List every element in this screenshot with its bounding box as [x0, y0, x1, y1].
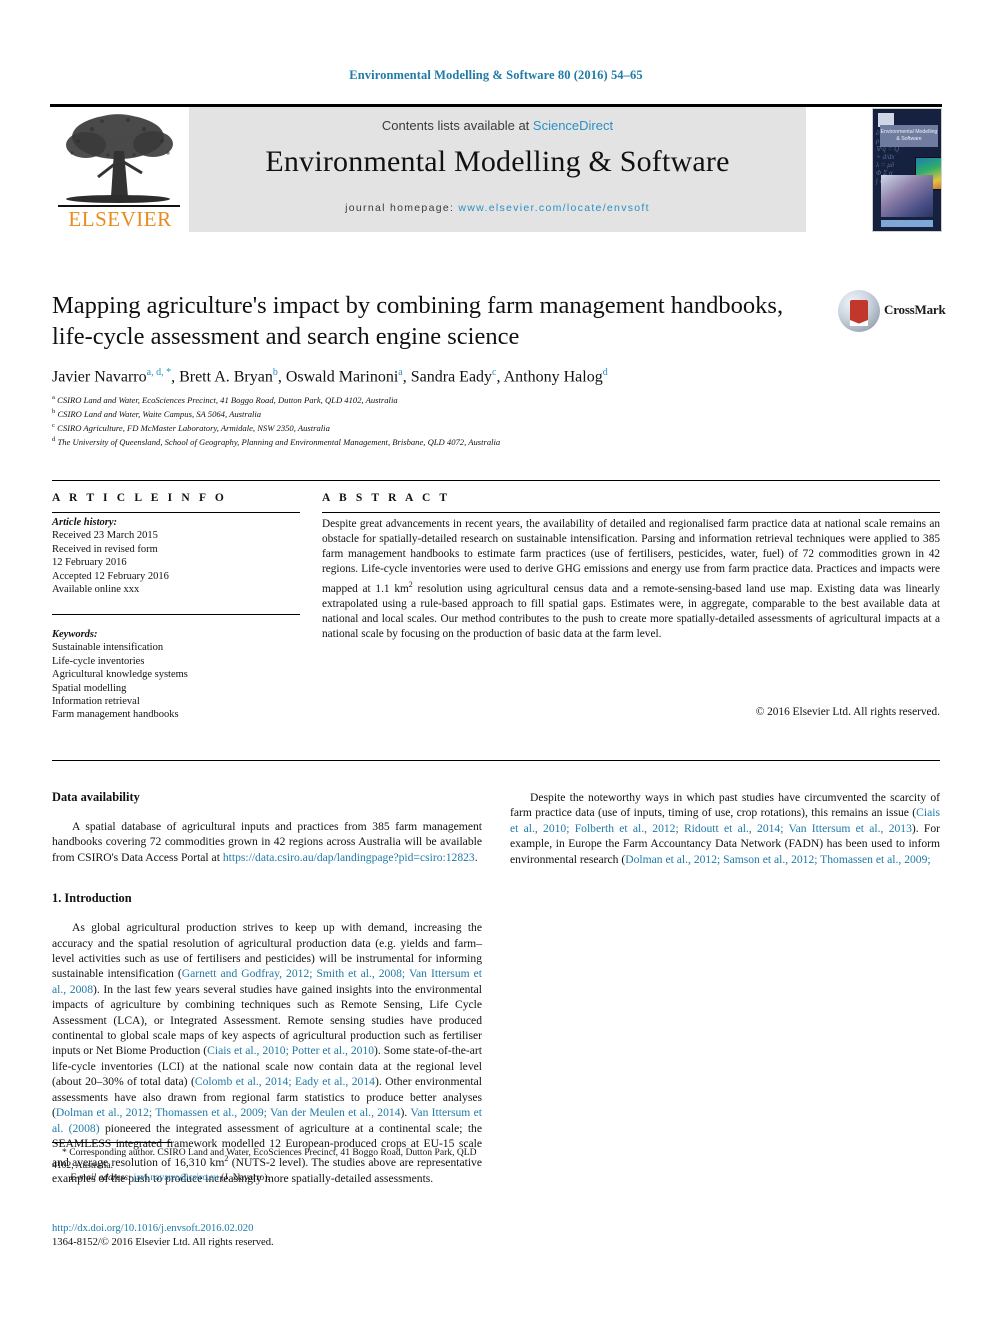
- heading-introduction: 1. Introduction: [52, 891, 132, 906]
- affiliation-1-mark: b: [52, 407, 56, 415]
- body-column-right: Despite the noteworthy ways in which pas…: [510, 790, 940, 867]
- info-section-bottom-rule: [52, 760, 940, 761]
- footnote-email-line: E-mail address: javi.navarro@csiro.au (J…: [52, 1172, 482, 1185]
- intro-text-e: ).: [400, 1106, 411, 1120]
- body-column-left: Data availability A spatial database of …: [52, 790, 482, 1186]
- keyword-3: Spatial modelling: [52, 682, 127, 694]
- crossmark-book-icon: [850, 300, 868, 326]
- footnote-email-label: E-mail address:: [70, 1172, 132, 1184]
- citation-colomb-eady[interactable]: Colomb et al., 2014; Eady et al., 2014: [195, 1075, 375, 1088]
- abstract-copyright: © 2016 Elsevier Ltd. All rights reserved…: [755, 706, 940, 718]
- contents-prefix: Contents lists available at: [381, 118, 533, 133]
- abstract-body: Despite great advancements in recent yea…: [322, 517, 940, 643]
- affiliation-1-text: CSIRO Land and Water, Waite Campus, SA 5…: [57, 408, 262, 419]
- affiliation-2-text: CSIRO Agriculture, FD McMaster Laborator…: [57, 422, 330, 433]
- affiliation-3-mark: d: [52, 435, 56, 443]
- elsevier-logo: ELSEVIER: [50, 107, 189, 232]
- keyword-1: Life-cycle inventories: [52, 655, 145, 667]
- csiro-dap-link[interactable]: https://data.csiro.au/dap/landingpage?pi…: [223, 851, 475, 864]
- journal-title: Environmental Modelling & Software: [265, 145, 730, 178]
- affiliation-1: b CSIRO Land and Water, Waite Campus, SA…: [52, 406, 882, 420]
- cover-footer-band: [881, 219, 933, 227]
- article-history-4: Available online xxx: [52, 584, 140, 596]
- paragraph-data-availability: A spatial database of agricultural input…: [52, 819, 482, 865]
- journal-masthead: ELSEVIER Contents lists available at Sci…: [50, 104, 942, 232]
- affiliation-3: d The University of Queensland, School o…: [52, 434, 882, 448]
- article-info-rule: [52, 512, 300, 513]
- cover-image: ∂u/∂t=∇²uρ·∂T −σ∇·q = Q+ d/dxλ = μ∂Φ Σ α…: [872, 107, 942, 232]
- article-history-label: Article history:: [52, 517, 118, 528]
- elsevier-tree-icon: [66, 114, 173, 203]
- author-1-name: Brett A. Bryan: [179, 368, 273, 386]
- keywords-rule: [52, 614, 300, 615]
- paper-page: Environmental Modelling & Software 80 (2…: [0, 0, 992, 1323]
- affiliation-2: c CSIRO Agriculture, FD McMaster Laborat…: [52, 420, 882, 434]
- author-4-name: Anthony Halog: [503, 368, 603, 386]
- cover-title-text: Environmental Modelling & Software: [880, 128, 938, 142]
- author-4-marks: d: [602, 367, 608, 378]
- keyword-0: Sustainable intensification: [52, 642, 164, 654]
- article-history: Article history: Received 23 March 2015 …: [52, 516, 300, 596]
- elsevier-wordmark: ELSEVIER: [68, 207, 172, 231]
- abstract-rule: [322, 512, 940, 513]
- journal-cover-thumbnail: ∂u/∂t=∇²uρ·∂T −σ∇·q = Q+ d/dxλ = μ∂Φ Σ α…: [872, 107, 942, 232]
- affiliation-list: a CSIRO Land and Water, EcoSciences Prec…: [52, 392, 882, 448]
- page-title: Mapping agriculture's impact by combinin…: [52, 292, 784, 350]
- intro2-text-a: Despite the noteworthy ways in which pas…: [510, 791, 940, 820]
- paragraph-intro-2: Despite the noteworthy ways in which pas…: [510, 790, 940, 867]
- citation-dolman-thomassen-vandermeulen[interactable]: Dolman et al., 2012; Thomassen et al., 2…: [56, 1106, 401, 1119]
- article-history-0: Received 23 March 2015: [52, 530, 158, 542]
- sciencedirect-link[interactable]: ScienceDirect: [533, 118, 613, 133]
- author-0-name: Javier Navarro: [52, 368, 147, 386]
- footnote-block: * Corresponding author. CSIRO Land and W…: [52, 1142, 482, 1185]
- footnote-corresponding-author: * Corresponding author. CSIRO Land and W…: [52, 1147, 477, 1171]
- doi-link[interactable]: http://dx.doi.org/10.1016/j.envsoft.2016…: [52, 1222, 482, 1236]
- author-3-marks: c: [492, 367, 497, 378]
- heading-data-availability: Data availability: [52, 790, 140, 804]
- crossmark-label: CrossMark: [884, 302, 946, 317]
- affiliation-3-text: The University of Queensland, School of …: [57, 436, 501, 447]
- author-list: Javier Navarroa, d, *, Brett A. Bryanb, …: [52, 367, 608, 386]
- crossmark-ring-icon: [838, 290, 880, 332]
- keyword-4: Information retrieval: [52, 696, 140, 708]
- crossmark-badge[interactable]: CrossMark: [838, 288, 946, 336]
- author-2-name: Oswald Marinoni: [285, 368, 399, 386]
- author-2-marks: a: [398, 367, 403, 378]
- homepage-prefix: journal homepage:: [345, 202, 459, 214]
- article-info-heading: A R T I C L E I N F O: [52, 492, 227, 504]
- affiliation-0-mark: a: [52, 394, 55, 401]
- info-section-top-rule: [52, 480, 940, 481]
- citation-dolman-samson-thomassen[interactable]: Dolman et al., 2012; Samson et al., 2012…: [625, 853, 930, 866]
- abstract-text-part2: resolution using agricultural census dat…: [322, 583, 940, 641]
- running-head: Environmental Modelling & Software 80 (2…: [349, 68, 643, 82]
- keywords-label: Keywords:: [52, 629, 98, 640]
- author-3-name: Sandra Eady: [410, 368, 493, 386]
- da-text-after: .: [474, 850, 478, 864]
- article-history-3: Accepted 12 February 2016: [52, 570, 169, 582]
- abstract-paragraph: Despite great advancements in recent yea…: [322, 517, 940, 643]
- abstract-heading: A B S T R A C T: [322, 492, 451, 504]
- author-0-marks: a, d, *: [146, 367, 172, 378]
- issn-copyright-line: 1364-8152/© 2016 Elsevier Ltd. All right…: [52, 1237, 274, 1248]
- footnote-email-link[interactable]: javi.navarro@csiro.au: [134, 1172, 219, 1183]
- cover-title-band: Environmental Modelling & Software: [880, 124, 938, 147]
- imprint-block: http://dx.doi.org/10.1016/j.envsoft.2016…: [52, 1222, 482, 1250]
- journal-homepage-link[interactable]: www.elsevier.com/locate/envsoft: [458, 202, 649, 214]
- footnote-email-suffix: (J. Navarro).: [221, 1172, 270, 1184]
- article-history-1: Received in revised form: [52, 543, 158, 555]
- journal-homepage-line: journal homepage: www.elsevier.com/locat…: [189, 202, 806, 214]
- keyword-2: Agricultural knowledge systems: [52, 669, 188, 681]
- affiliation-0-text: CSIRO Land and Water, EcoSciences Precin…: [57, 394, 398, 405]
- keyword-5: Farm management handbooks: [52, 709, 179, 721]
- affiliation-2-mark: c: [52, 421, 55, 429]
- article-history-2: 12 February 2016: [52, 557, 127, 569]
- cover-thumbnail-map: [881, 174, 933, 217]
- citation-ciais-potter[interactable]: Ciais et al., 2010; Potter et al., 2010: [207, 1044, 374, 1057]
- affiliation-0: a CSIRO Land and Water, EcoSciences Prec…: [52, 392, 882, 406]
- contents-line: Contents lists available at ScienceDirec…: [189, 118, 806, 133]
- keywords-block: Keywords: Sustainable intensification Li…: [52, 628, 300, 722]
- author-1-marks: b: [272, 367, 278, 378]
